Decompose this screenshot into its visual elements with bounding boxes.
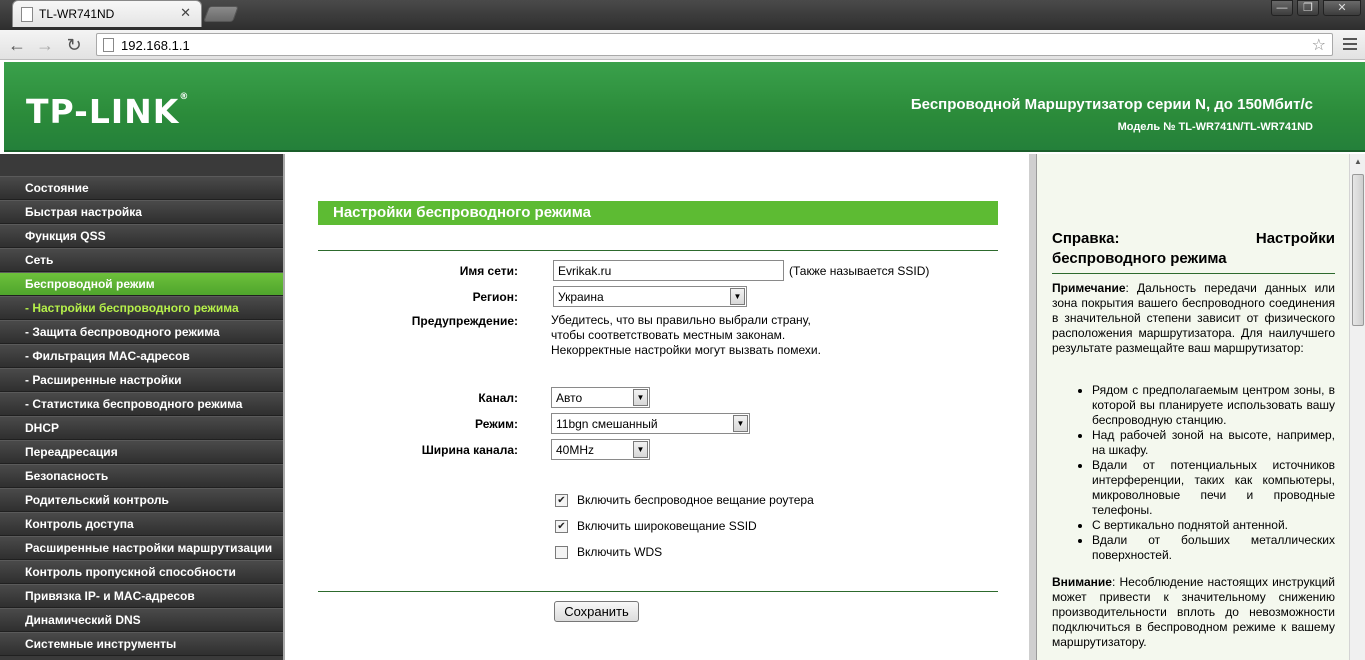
channel-value: Авто xyxy=(556,391,583,405)
menu-item-qss[interactable]: Функция QSS xyxy=(0,224,283,248)
main-content: Настройки беспроводного режима Имя сети:… xyxy=(287,154,1029,660)
menu-icon[interactable] xyxy=(1341,35,1359,53)
mode-select[interactable]: 11bgn смешанный ▼ xyxy=(551,413,750,434)
menu-item-system-tools[interactable]: Системные инструменты xyxy=(0,632,283,656)
help-scrollbar[interactable]: ▲ xyxy=(1349,154,1365,660)
menu-item-ip-mac-binding[interactable]: Привязка IP- и MAC-адресов xyxy=(0,584,283,608)
channel-select[interactable]: Авто ▼ xyxy=(551,387,650,408)
scrollbar-thumb[interactable] xyxy=(1352,174,1364,326)
menu-item-parental-control[interactable]: Родительский контроль xyxy=(0,488,283,512)
star-icon[interactable]: ☆ xyxy=(1312,35,1326,55)
reload-icon[interactable]: ↻ xyxy=(63,34,85,56)
side-menu: Состояние Быстрая настройка Функция QSS … xyxy=(0,154,285,660)
dropdown-arrow-icon[interactable]: ▼ xyxy=(733,415,748,432)
scroll-up-arrow-icon[interactable]: ▲ xyxy=(1350,154,1365,170)
menu-item-bandwidth-control[interactable]: Контроль пропускной способности xyxy=(0,560,283,584)
enable-ssid-broadcast-label: Включить широковещание SSID xyxy=(577,519,757,533)
list-item: Вдали от больших металлических поверхнос… xyxy=(1092,533,1335,563)
enable-radio-checkbox[interactable]: ✔ xyxy=(555,494,568,507)
ssid-input[interactable] xyxy=(553,260,784,281)
menu-item-wireless-advanced[interactable]: - Расширенные настройки xyxy=(0,368,283,392)
warning-line: Некорректные настройки могут вызвать пом… xyxy=(551,343,821,357)
divider xyxy=(318,591,998,592)
dropdown-arrow-icon[interactable]: ▼ xyxy=(633,441,648,458)
mode-value: 11bgn смешанный xyxy=(556,417,658,431)
menu-item-quick-setup[interactable]: Быстрая настройка xyxy=(0,200,283,224)
ssid-label: Имя сети: xyxy=(459,264,518,278)
menu-item-security[interactable]: Безопасность xyxy=(0,464,283,488)
enable-radio-label: Включить беспроводное вещание роутера xyxy=(577,493,814,507)
menu-item-advanced-routing[interactable]: Расширенные настройки маршрутизации xyxy=(0,536,283,560)
url-text[interactable]: 192.168.1.1 xyxy=(121,38,190,53)
menu-item-wireless-statistics[interactable]: - Статистика беспроводного режима xyxy=(0,392,283,416)
section-title: Настройки беспроводного режима xyxy=(318,201,998,225)
region-select[interactable]: Украина ▼ xyxy=(553,286,747,307)
address-bar[interactable]: 192.168.1.1 ☆ xyxy=(96,33,1333,56)
list-item: С вертикально поднятой антенной. xyxy=(1092,518,1335,533)
region-label: Регион: xyxy=(472,290,518,304)
menu-item-network[interactable]: Сеть xyxy=(0,248,283,272)
menu-item-ddns[interactable]: Динамический DNS xyxy=(0,608,283,632)
divider xyxy=(1052,273,1335,274)
header-model: Модель № TL-WR741N/TL-WR741ND xyxy=(1117,121,1313,133)
router-header: TP-LINK® Беспроводной Маршрутизатор сери… xyxy=(4,62,1365,152)
list-item: Над рабочей зоной на высоте, например, н… xyxy=(1092,428,1335,458)
help-panel: Справка: Настройки беспроводного режима П… xyxy=(1036,154,1349,660)
close-window-button[interactable]: ✕ xyxy=(1323,0,1361,16)
help-title: Справка: Настройки беспроводного режима xyxy=(1052,230,1335,267)
tp-link-logo: TP-LINK® xyxy=(26,92,190,131)
region-value: Украина xyxy=(558,290,604,304)
dropdown-arrow-icon[interactable]: ▼ xyxy=(730,288,745,305)
menu-item-wireless-settings[interactable]: - Настройки беспроводного режима xyxy=(0,296,283,320)
menu-item-forwarding[interactable]: Переадресация xyxy=(0,440,283,464)
menu-item-dhcp[interactable]: DHCP xyxy=(0,416,283,440)
help-warning: Внимание: Несоблюдение настоящих инструк… xyxy=(1052,575,1335,649)
menu-item-access-control[interactable]: Контроль доступа xyxy=(0,512,283,536)
warning-label: Предупреждение: xyxy=(411,314,518,328)
list-item: Рядом с предполагаемым центром зоны, в к… xyxy=(1092,383,1335,428)
enable-ssid-broadcast-checkbox[interactable]: ✔ xyxy=(555,520,568,533)
minimize-button[interactable]: — xyxy=(1271,0,1293,16)
window-controls: — ❐ ✕ xyxy=(1267,0,1361,16)
channel-width-label: Ширина канала: xyxy=(421,443,518,457)
list-item: Вдали от потенциальных источников интерф… xyxy=(1092,458,1335,518)
browser-toolbar: ← → ↻ 192.168.1.1 ☆ xyxy=(0,30,1365,60)
forward-arrow-icon[interactable]: → xyxy=(34,34,56,56)
mode-label: Режим: xyxy=(475,417,518,431)
browser-tabstrip: TL-WR741ND ✕ — ❐ ✕ xyxy=(0,0,1365,30)
enable-wds-label: Включить WDS xyxy=(577,545,663,559)
channel-label: Канал: xyxy=(478,391,518,405)
header-title: Беспроводной Маршрутизатор серии N, до 1… xyxy=(910,96,1313,113)
restore-button[interactable]: ❐ xyxy=(1297,0,1319,16)
tab-title: TL-WR741ND xyxy=(39,7,115,21)
ssid-hint: (Также называется SSID) xyxy=(789,264,930,278)
enable-wds-checkbox[interactable] xyxy=(555,546,568,559)
warning-line: чтобы соответствовать местным законам. xyxy=(551,328,786,342)
help-bullet-list: Рядом с предполагаемым центром зоны, в к… xyxy=(1092,383,1335,563)
page-icon xyxy=(21,7,33,22)
help-note: Примечание: Дальность передачи данных ил… xyxy=(1052,281,1335,355)
new-tab-button[interactable] xyxy=(203,6,239,22)
back-arrow-icon[interactable]: ← xyxy=(6,34,28,56)
menu-item-mac-filtering[interactable]: - Фильтрация MAC-адресов xyxy=(0,344,283,368)
menu-item-status[interactable]: Состояние xyxy=(0,176,283,200)
menu-item-wireless-security[interactable]: - Защита беспроводного режима xyxy=(0,320,283,344)
browser-tab[interactable]: TL-WR741ND ✕ xyxy=(12,0,202,27)
save-button[interactable]: Сохранить xyxy=(554,601,639,622)
warning-line: Убедитесь, что вы правильно выбрали стра… xyxy=(551,313,811,327)
channel-width-value: 40MHz xyxy=(556,443,595,457)
panel-divider xyxy=(1029,154,1036,660)
divider xyxy=(318,250,998,251)
channel-width-select[interactable]: 40MHz ▼ xyxy=(551,439,650,460)
close-tab-icon[interactable]: ✕ xyxy=(180,5,191,21)
page-icon xyxy=(103,38,114,52)
menu-item-wireless[interactable]: Беспроводной режим xyxy=(0,272,283,296)
dropdown-arrow-icon[interactable]: ▼ xyxy=(633,389,648,406)
